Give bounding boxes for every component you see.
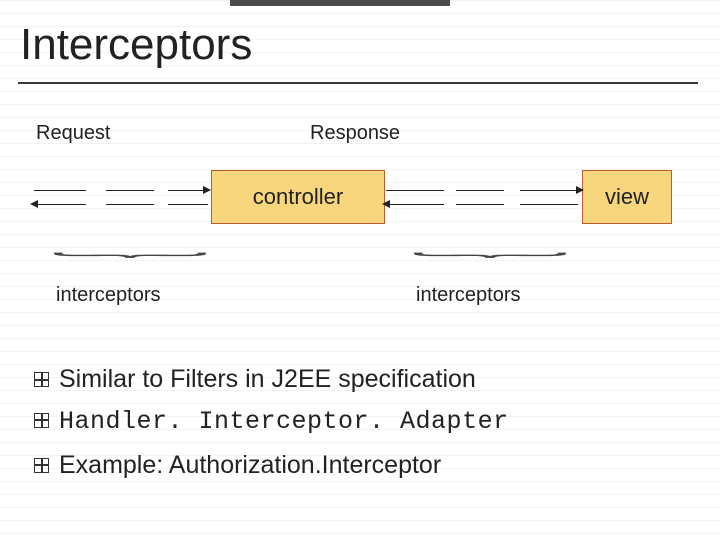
box-view-text: view: [605, 184, 649, 210]
flow-line: [34, 204, 86, 205]
bullet-item: Example: Authorization.Interceptor: [34, 446, 694, 485]
diamond-bullet-icon: [34, 413, 49, 428]
arrow-left-icon: [30, 200, 38, 208]
flow-line: [168, 204, 208, 205]
flow-line: [520, 204, 578, 205]
bullet-text: Example: Authorization.Interceptor: [59, 446, 441, 485]
bullet-text: Handler. Interceptor. Adapter: [59, 403, 509, 442]
flow-line: [456, 190, 504, 191]
flow-line: [520, 190, 578, 191]
box-controller-text: controller: [253, 184, 343, 210]
flow-line: [106, 204, 154, 205]
bullet-text: Similar to Filters in J2EE specification: [59, 360, 476, 399]
bullet-item: Similar to Filters in J2EE specification: [34, 360, 694, 399]
flow-line: [386, 204, 444, 205]
arrow-right-icon: [203, 186, 211, 194]
flow-line: [386, 190, 444, 191]
box-view: view: [582, 170, 672, 224]
flow-line: [34, 190, 86, 191]
arrow-right-icon: [576, 186, 584, 194]
arrow-left-icon: [382, 200, 390, 208]
flow-line: [456, 204, 504, 205]
flow-line: [168, 190, 208, 191]
label-request: Request: [36, 122, 111, 145]
caption-interceptors-left: interceptors: [56, 284, 161, 307]
brace-icon: ︸: [50, 247, 210, 276]
bullet-list: Similar to Filters in J2EE specification…: [34, 360, 694, 488]
brace-icon: ︸: [410, 247, 570, 276]
slide-title: Interceptors: [20, 20, 252, 70]
label-response: Response: [310, 122, 400, 145]
bullet-item: Handler. Interceptor. Adapter: [34, 403, 694, 442]
slide-accent-bar: [230, 0, 450, 6]
diamond-bullet-icon: [34, 372, 49, 387]
title-underline: [18, 82, 698, 84]
diamond-bullet-icon: [34, 458, 49, 473]
flow-line: [106, 190, 154, 191]
box-controller: controller: [211, 170, 385, 224]
caption-interceptors-right: interceptors: [416, 284, 521, 307]
